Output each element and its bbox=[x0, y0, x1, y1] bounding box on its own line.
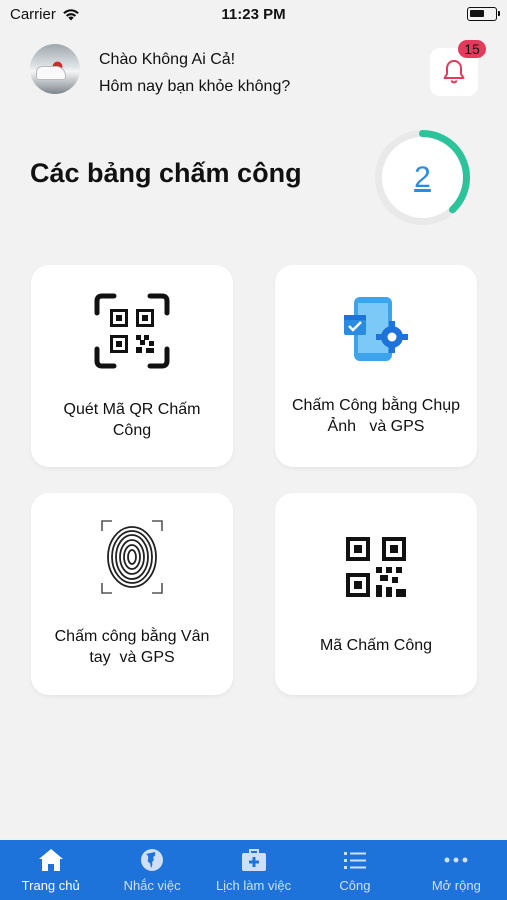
tab-home-label: Trang chủ bbox=[21, 878, 80, 893]
tab-more[interactable]: Mở rộng bbox=[406, 840, 507, 900]
wifi-icon bbox=[63, 8, 79, 20]
tab-schedule-label: Lịch làm việc bbox=[215, 878, 292, 893]
globe-icon bbox=[141, 849, 164, 871]
qr-scan-icon bbox=[94, 293, 170, 369]
bell-icon bbox=[443, 60, 465, 84]
battery-icon bbox=[467, 7, 500, 21]
qr-scan-card-label: Quét Mã QR Chấm Công bbox=[63, 401, 201, 439]
timesheet-count[interactable]: 2 bbox=[370, 125, 475, 230]
qr-scan-card[interactable]: Quét Mã QR Chấm Công bbox=[31, 265, 233, 467]
avatar[interactable] bbox=[30, 44, 80, 94]
carrier-label: Carrier bbox=[10, 5, 56, 23]
greeting-text: Chào Không Ai Cả! bbox=[99, 51, 236, 68]
photo-gps-card[interactable]: Chấm Công bằng Chụp Ảnh và GPS bbox=[275, 265, 477, 467]
tab-reminders-label: Nhắc việc bbox=[123, 878, 181, 893]
tab-reminders[interactable]: Nhắc việc bbox=[101, 840, 202, 900]
timesheet-code-card[interactable]: Mã Chấm Công bbox=[275, 493, 477, 695]
more-icon bbox=[444, 857, 468, 863]
tab-attendance-label: Công bbox=[339, 878, 371, 893]
tab-attendance[interactable]: Công bbox=[304, 840, 405, 900]
fingerprint-icon bbox=[101, 520, 163, 594]
bottom-tab-bar: Trang chủ Nhắc việc Lịch làm việc Công M… bbox=[0, 840, 507, 900]
tab-more-label: Mở rộng bbox=[431, 878, 481, 893]
header: Chào Không Ai Cả! Hôm nay bạn khỏe không… bbox=[30, 40, 486, 100]
phone-settings-icon bbox=[344, 297, 408, 361]
carrier-group: Carrier bbox=[10, 6, 80, 23]
fingerprint-gps-card[interactable]: Chấm công bằng Vân tay và GPS bbox=[31, 493, 233, 695]
briefcase-icon bbox=[241, 849, 266, 871]
list-icon bbox=[343, 852, 366, 869]
notification-badge: 15 bbox=[458, 40, 486, 58]
photo-gps-card-label: Chấm Công bằng Chụp Ảnh và GPS bbox=[291, 397, 461, 435]
tab-home[interactable]: Trang chủ bbox=[0, 840, 101, 900]
timesheet-code-card-label: Mã Chấm Công bbox=[319, 637, 433, 654]
status-bar: Carrier 11:23 PM bbox=[0, 0, 507, 28]
greeting-block: Chào Không Ai Cả! Hôm nay bạn khỏe không… bbox=[99, 46, 290, 100]
qr-code-icon bbox=[346, 537, 406, 597]
subgreeting-text: Hôm nay bạn khỏe không? bbox=[99, 78, 291, 95]
page-title: Các bảng chấm công bbox=[30, 158, 302, 188]
tab-schedule[interactable]: Lịch làm việc bbox=[203, 840, 304, 900]
fingerprint-gps-card-label: Chấm công bằng Vân tay và GPS bbox=[54, 628, 210, 666]
home-icon bbox=[38, 849, 63, 871]
